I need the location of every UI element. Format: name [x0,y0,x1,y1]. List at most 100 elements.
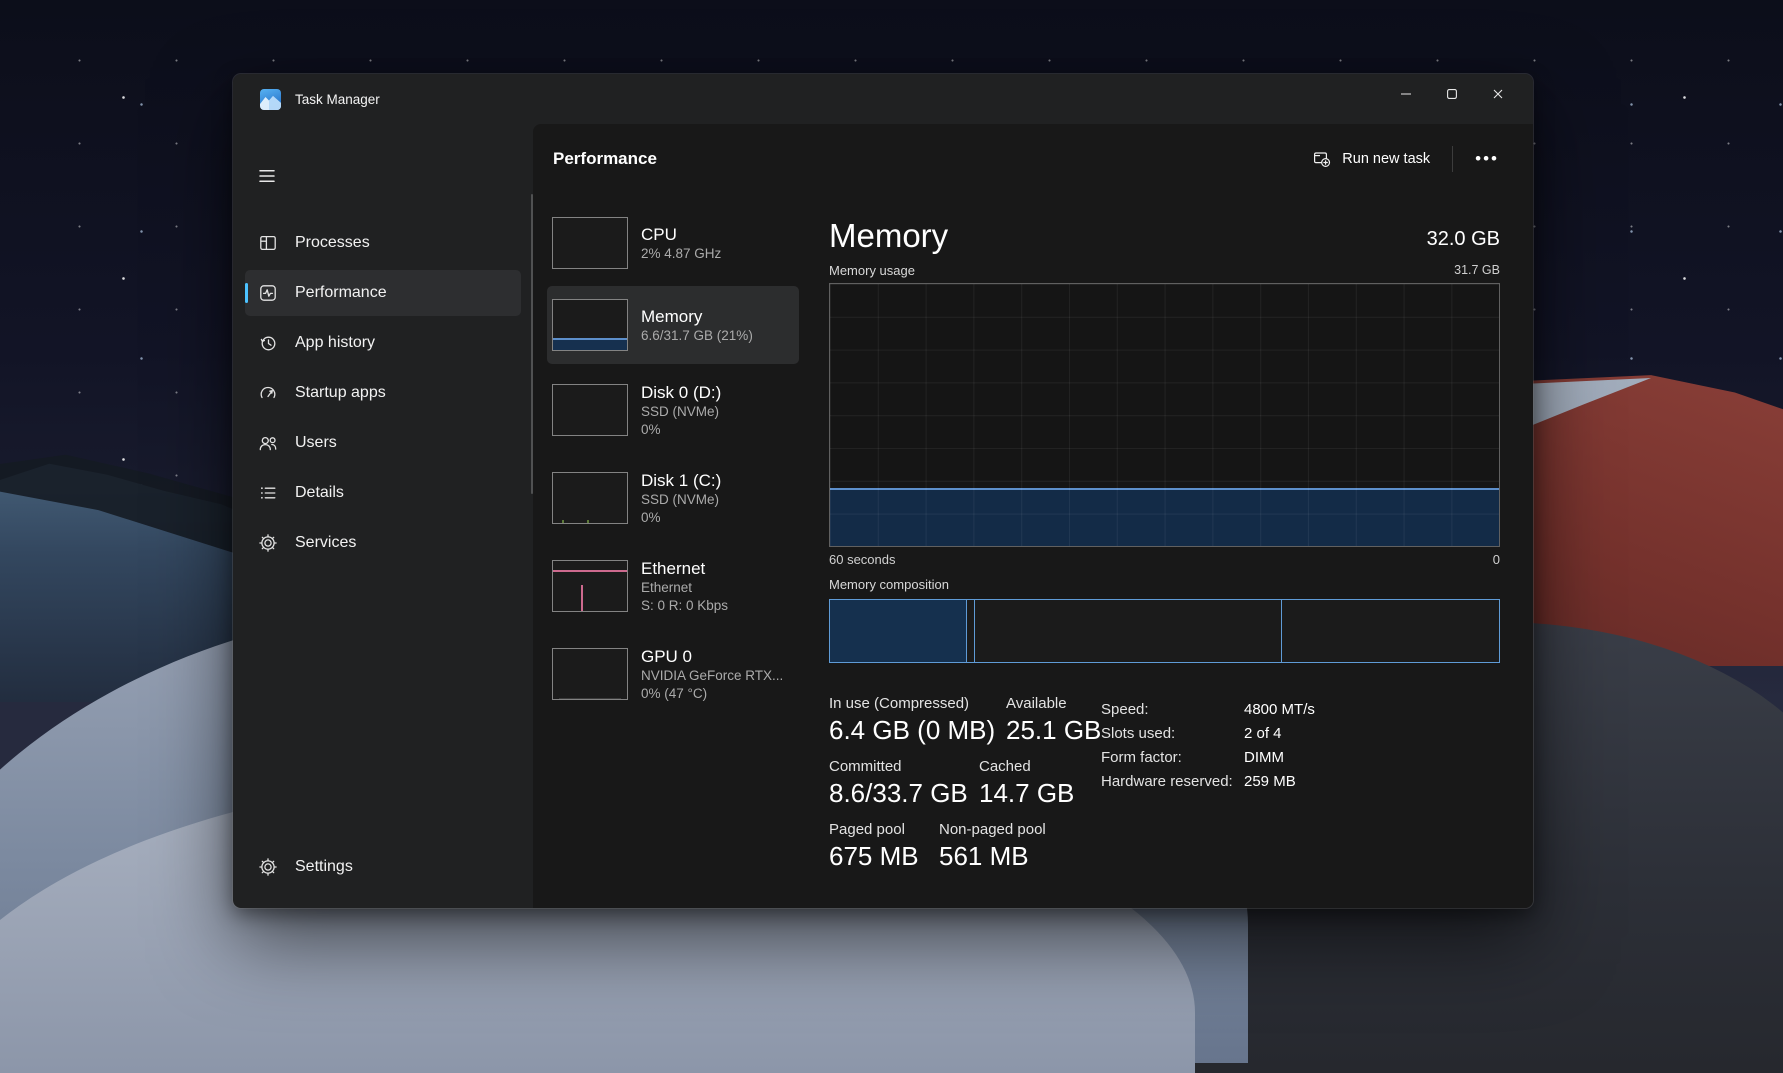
minimize-button[interactable] [1383,74,1429,114]
sidebar-item-label: Users [295,434,337,452]
sidebar-item-label: Services [295,534,356,552]
performance-icon [258,283,278,303]
details-icon [258,483,278,503]
composition-standby-segment [975,600,1281,662]
stat-in-use: In use (Compressed) 6.4 GB (0 MB) [829,695,1006,745]
maximize-button[interactable] [1429,74,1475,114]
memory-composition-label: Memory composition [829,577,1500,592]
metric-detail: SSD (NVMe) [641,403,721,421]
sidebar-item-settings[interactable]: Settings [245,844,521,890]
hw-speed: Speed: 4800 MT/s [1101,697,1315,721]
sidebar-item-users[interactable]: Users [245,420,521,466]
memory-detail-panel: Memory 32.0 GB Memory usage 31.7 GB 60 s… [829,204,1500,884]
metric-detail: 2% 4.87 GHz [641,245,721,263]
perf-item-gpu0[interactable]: GPU 0 NVIDIA GeForce RTX... 0% (47 °C) [547,632,799,716]
users-icon [258,433,278,453]
sidebar-nav: Processes Performance App history [233,218,533,908]
metric-detail: 6.6/31.7 GB (21%) [641,327,753,345]
perf-item-disk1[interactable]: Disk 1 (C:) SSD (NVMe) 0% [547,456,799,540]
memory-mini-graph [552,299,628,351]
disk1-mini-graph [552,472,628,524]
hamburger-icon [257,166,277,186]
metric-detail: SSD (NVMe) [641,491,721,509]
metric-detail: Ethernet [641,579,728,597]
page-title: Performance [553,149,657,169]
memory-stats: In use (Compressed) 6.4 GB (0 MB) Availa… [829,695,1101,884]
metric-name: Disk 0 (D:) [641,382,721,403]
memory-usage-chart [829,283,1500,547]
startup-apps-icon [258,383,278,403]
settings-gear-icon [258,857,278,877]
app-history-icon [258,333,278,353]
sidebar-item-processes[interactable]: Processes [245,220,521,266]
sidebar-item-label: Details [295,484,344,502]
hw-slots-used: Slots used: 2 of 4 [1101,721,1315,745]
stat-non-paged-pool: Non-paged pool 561 MB [939,821,1046,871]
task-manager-app-icon [260,89,281,110]
composition-in-use-segment [830,600,967,662]
sidebar-item-startup-apps[interactable]: Startup apps [245,370,521,416]
header-divider [1452,146,1453,172]
detail-title: Memory [829,218,948,254]
sidebar-item-details[interactable]: Details [245,470,521,516]
more-options-button[interactable]: ••• [1463,148,1511,170]
memory-composition-bar [829,599,1500,663]
metric-name: Ethernet [641,558,728,579]
main-panel: Performance Run new task ••• [533,124,1533,908]
selected-accent-pill [245,283,248,303]
perf-item-disk0[interactable]: Disk 0 (D:) SSD (NVMe) 0% [547,368,799,452]
composition-free-segment [1282,600,1499,662]
navigation-menu-button[interactable] [247,158,287,194]
window-title: Task Manager [295,92,380,107]
total-memory-value: 32.0 GB [1427,228,1500,254]
ellipsis-icon: ••• [1475,149,1499,168]
run-new-task-button[interactable]: Run new task [1301,143,1442,175]
new-task-icon [1313,151,1331,167]
hw-form-factor: Form factor: DIMM [1101,745,1315,769]
sidebar-item-label: Performance [295,284,387,302]
perf-item-ethernet[interactable]: Ethernet Ethernet S: 0 R: 0 Kbps [547,544,799,628]
metric-detail: S: 0 R: 0 Kbps [641,597,728,615]
close-icon [1492,88,1504,100]
metric-name: GPU 0 [641,646,783,667]
task-manager-window: Task Manager [233,74,1533,908]
sidebar-item-label: Startup apps [295,384,386,402]
close-button[interactable] [1475,74,1521,114]
chart-gridlines [830,284,1499,546]
memory-usage-label: Memory usage [829,263,915,278]
stat-available: Available 25.1 GB [1006,695,1101,745]
sidebar-item-label: App history [295,334,375,352]
stat-cached: Cached 14.7 GB [979,758,1074,808]
sidebar: Processes Performance App history [233,124,533,908]
services-icon [258,533,278,553]
sidebar-item-performance[interactable]: Performance [245,270,521,316]
titlebar[interactable]: Task Manager [233,74,1533,124]
metric-name: CPU [641,224,721,245]
sidebar-item-app-history[interactable]: App history [245,320,521,366]
chart-time-span-label: 60 seconds [829,552,896,567]
ethernet-mini-graph [552,560,628,612]
disk0-mini-graph [552,384,628,436]
stat-committed: Committed 8.6/33.7 GB [829,758,979,808]
hw-hardware-reserved: Hardware reserved: 259 MB [1101,769,1315,793]
memory-hardware-info: Speed: 4800 MT/s Slots used: 2 of 4 Form… [1101,695,1315,884]
run-new-task-label: Run new task [1342,151,1430,167]
stat-paged-pool: Paged pool 675 MB [829,821,939,871]
perf-item-cpu[interactable]: CPU 2% 4.87 GHz [547,204,799,282]
metric-detail: NVIDIA GeForce RTX... [641,667,783,685]
main-header: Performance Run new task ••• [533,124,1533,194]
sidebar-item-services[interactable]: Services [245,520,521,566]
sidebar-item-label: Processes [295,234,370,252]
metric-detail: 0% [641,421,721,439]
chart-scale-max: 31.7 GB [1454,263,1500,278]
performance-metric-list: CPU 2% 4.87 GHz Memory 6.6/31.7 GB (21%)… [547,204,799,884]
chart-time-zero-label: 0 [1493,552,1500,567]
metric-detail: 0% [641,509,721,527]
minimize-icon [1400,88,1412,100]
maximize-icon [1446,88,1458,100]
sidebar-item-label: Settings [295,858,353,876]
cpu-mini-graph [552,217,628,269]
metric-name: Disk 1 (C:) [641,470,721,491]
processes-icon [258,233,278,253]
perf-item-memory[interactable]: Memory 6.6/31.7 GB (21%) [547,286,799,364]
